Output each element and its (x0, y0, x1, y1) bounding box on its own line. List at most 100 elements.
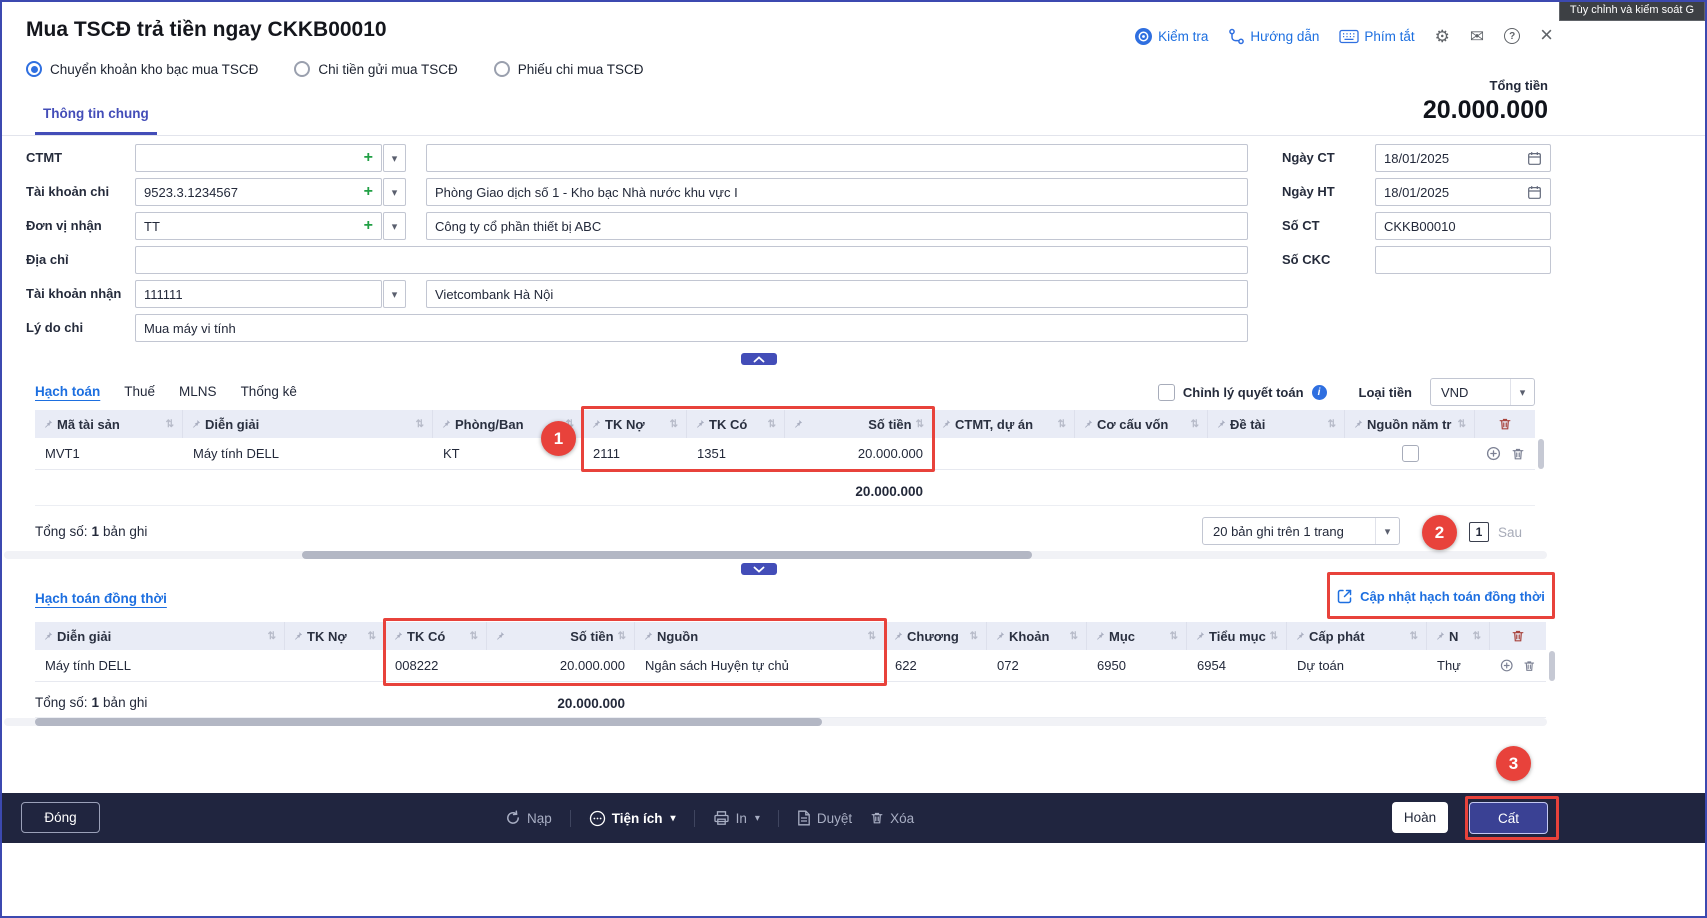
column-header-dien_giai[interactable]: Diễn giải⇅ (183, 410, 433, 438)
horizontal-scrollbar-thumb[interactable] (302, 551, 1032, 559)
cell-ctmt_du_an[interactable] (933, 438, 1075, 469)
trash-icon[interactable] (1498, 417, 1512, 431)
cell-co_cau_von[interactable] (1075, 438, 1208, 469)
sort-icon[interactable]: ⇅ (916, 419, 924, 430)
tab-thong-tin-chung[interactable]: Thông tin chung (35, 94, 157, 135)
ly-do-chi-input[interactable]: Mua máy vi tính (135, 314, 1248, 342)
guide-link[interactable]: Hướng dẫn (1228, 28, 1319, 45)
sort-icon[interactable]: ⇅ (618, 631, 626, 642)
column-header-khoan[interactable]: Khoản⇅ (987, 622, 1087, 650)
tai-khoan-nhan-dropdown-button[interactable]: ▾ (383, 280, 406, 308)
column-header-dien_giai[interactable]: Diễn giải⇅ (35, 622, 285, 650)
cell-de_tai[interactable] (1208, 438, 1345, 469)
cell-tieu_muc[interactable]: 6954 (1187, 650, 1287, 681)
help-icon[interactable]: ? (1504, 28, 1520, 44)
update-simultaneous-button[interactable]: Cập nhật hạch toán đồng thời (1333, 580, 1549, 612)
check-link[interactable]: Kiểm tra (1134, 27, 1208, 46)
column-header-nguon_nam_truoc[interactable]: Nguồn năm tr⇅ (1345, 410, 1475, 438)
save-button[interactable]: Cất (1469, 802, 1548, 834)
cell-nguon_nam_truoc[interactable] (1345, 438, 1475, 469)
tai-khoan-chi-input[interactable]: 9523.3.1234567+ (135, 178, 382, 206)
tab-thong-ke[interactable]: Thống kê (241, 384, 297, 399)
radio-phieu-chi[interactable]: Phiếu chi mua TSCĐ (494, 61, 644, 77)
delete-button[interactable]: Xóa (870, 811, 914, 826)
row-checkbox[interactable] (1402, 445, 1419, 462)
column-header-cap_phat[interactable]: Cấp phát⇅ (1287, 622, 1427, 650)
calendar-icon[interactable] (1527, 185, 1542, 200)
cell-ma_tai_san[interactable]: MVT1 (35, 438, 183, 469)
chinh-ly-checkbox[interactable] (1158, 384, 1175, 401)
sort-icon[interactable]: ⇅ (1328, 419, 1336, 430)
next-page-button[interactable]: Sau (1498, 525, 1522, 540)
horizontal-scrollbar-thumb[interactable] (35, 718, 822, 726)
cell-khoan[interactable]: 072 (987, 650, 1087, 681)
ctmt-dropdown-button[interactable]: ▾ (383, 144, 406, 172)
add-plus-icon[interactable]: + (364, 218, 373, 234)
sort-icon[interactable]: ⇅ (1410, 631, 1418, 642)
print-button[interactable]: In ▾ (713, 810, 760, 826)
column-header-de_tai[interactable]: Đề tài⇅ (1208, 410, 1345, 438)
reload-button[interactable]: Nạp (505, 810, 552, 826)
tai-khoan-chi-dropdown-button[interactable]: ▾ (383, 178, 406, 206)
sort-icon[interactable]: ⇅ (768, 419, 776, 430)
sort-icon[interactable]: ⇅ (670, 419, 678, 430)
don-vi-nhan-input[interactable]: TT+ (135, 212, 382, 240)
trash-icon[interactable] (1511, 447, 1525, 461)
cell-tk_co[interactable]: 1351 (687, 438, 785, 469)
shortcuts-link[interactable]: Phím tắt (1339, 29, 1414, 44)
cell-tk_co[interactable]: 008222 (385, 650, 487, 681)
delete-all-rows-button[interactable] (1490, 622, 1546, 650)
add-row-icon[interactable] (1486, 446, 1501, 461)
sort-icon[interactable]: ⇅ (566, 419, 574, 430)
delete-all-rows-button[interactable] (1475, 410, 1535, 438)
radio-chuyen-khoan-kho-bac[interactable]: Chuyển khoản kho bạc mua TSCĐ (26, 61, 258, 77)
sort-icon[interactable]: ⇅ (1270, 631, 1278, 642)
gear-icon[interactable]: ⚙ (1435, 28, 1450, 45)
sort-icon[interactable]: ⇅ (1170, 631, 1178, 642)
currency-select[interactable]: VND ▾ (1430, 378, 1535, 406)
collapse-top-button[interactable] (741, 353, 777, 365)
ctmt-code-input[interactable]: + (135, 144, 382, 172)
column-header-tieu_muc[interactable]: Tiểu mục⇅ (1187, 622, 1287, 650)
sort-icon[interactable]: ⇅ (1070, 631, 1078, 642)
don-vi-nhan-dropdown-button[interactable]: ▾ (383, 212, 406, 240)
cell-muc[interactable]: 6950 (1087, 650, 1187, 681)
column-header-tk_no[interactable]: TK Nợ⇅ (583, 410, 687, 438)
tab-thue[interactable]: Thuế (124, 384, 155, 399)
dia-chi-input[interactable] (135, 246, 1248, 274)
column-header-muc[interactable]: Mục⇅ (1087, 622, 1187, 650)
sort-icon[interactable]: ⇅ (1473, 631, 1481, 642)
sort-icon[interactable]: ⇅ (1058, 419, 1066, 430)
page-size-select[interactable]: 20 bản ghi trên 1 trang ▾ (1202, 517, 1400, 545)
ngay-ct-input[interactable]: 18/01/2025 (1375, 144, 1551, 172)
cell-phong_ban[interactable]: KT (433, 438, 583, 469)
cell-nguon[interactable]: Ngân sách Huyện tự chủ (635, 650, 885, 681)
cell-cap_phat[interactable]: Dự toán (1287, 650, 1427, 681)
so-ckc-input[interactable] (1375, 246, 1551, 274)
column-header-tk_co[interactable]: TK Có⇅ (385, 622, 487, 650)
cell-dien_giai[interactable]: Máy tính DELL (183, 438, 433, 469)
calendar-icon[interactable] (1527, 151, 1542, 166)
column-header-ma_tai_san[interactable]: Mã tài sản⇅ (35, 410, 183, 438)
close-form-button[interactable]: Đóng (21, 802, 100, 833)
trash-icon[interactable] (1511, 629, 1525, 643)
column-header-so_tien[interactable]: Số tiền⇅ (487, 622, 635, 650)
sort-icon[interactable]: ⇅ (416, 419, 424, 430)
column-header-tk_no[interactable]: TK Nợ⇅ (285, 622, 385, 650)
sort-icon[interactable]: ⇅ (868, 631, 876, 642)
sort-icon[interactable]: ⇅ (1191, 419, 1199, 430)
vertical-scrollbar[interactable] (1549, 651, 1555, 681)
tai-khoan-nhan-input[interactable]: 111111 (135, 280, 382, 308)
cell-chuong[interactable]: 622 (885, 650, 987, 681)
tab-mlns[interactable]: MLNS (179, 384, 217, 399)
add-row-icon[interactable] (1500, 658, 1513, 673)
cell-tk_no[interactable]: 2111 (583, 438, 687, 469)
sort-icon[interactable]: ⇅ (470, 631, 478, 642)
cell-dien_giai[interactable]: Máy tính DELL (35, 650, 285, 681)
cell-n[interactable]: Thự (1427, 650, 1490, 681)
add-plus-icon[interactable]: + (364, 150, 373, 166)
close-icon[interactable]: × (1540, 24, 1553, 46)
cell-tk_no[interactable] (285, 650, 385, 681)
undo-button[interactable]: Hoàn (1392, 802, 1448, 833)
column-header-chuong[interactable]: Chương⇅ (885, 622, 987, 650)
